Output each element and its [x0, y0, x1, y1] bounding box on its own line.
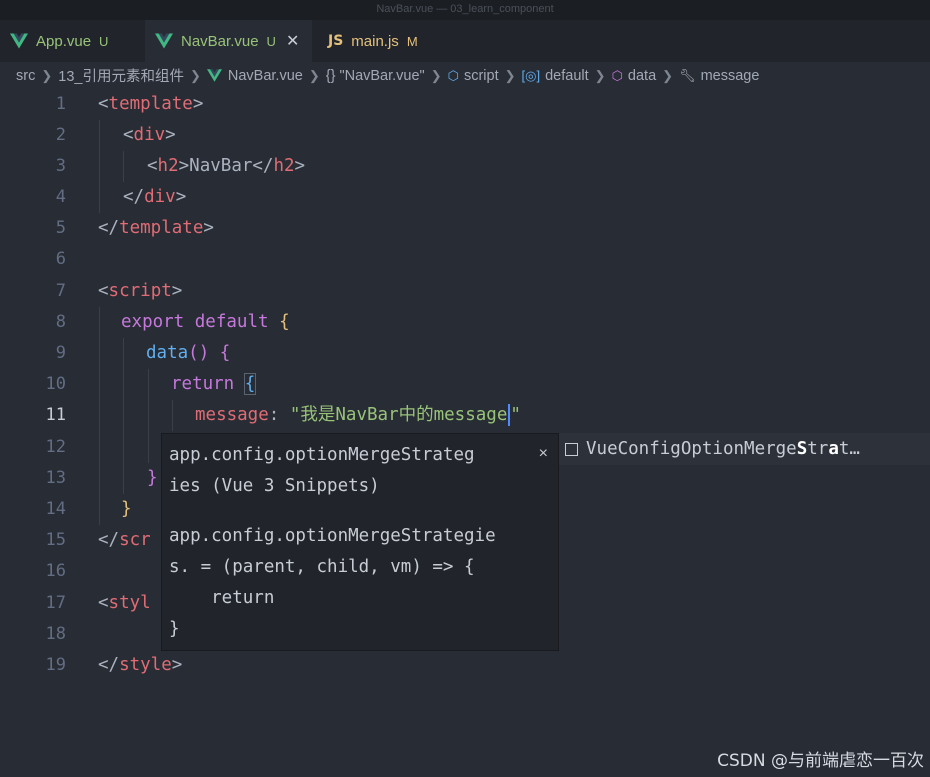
- breadcrumb-item-data[interactable]: data: [628, 68, 656, 84]
- tab-navbar-vue[interactable]: NavBar.vue U ✕: [145, 20, 312, 62]
- line-number: 9: [55, 343, 66, 363]
- vue-icon: [10, 33, 28, 49]
- breadcrumb-item-folder[interactable]: 13_引用元素和组件: [58, 65, 184, 86]
- chevron-right-icon: ❯: [430, 67, 442, 83]
- line-number: 10: [45, 374, 66, 394]
- wrench-icon: 🔧︎: [679, 67, 696, 83]
- indent-guide: [172, 400, 173, 431]
- close-icon[interactable]: ✕: [286, 31, 299, 51]
- line-number: 2: [55, 125, 66, 145]
- line-number: 16: [45, 561, 66, 581]
- vue-icon: [206, 69, 222, 82]
- cube-icon: ⬡: [611, 67, 623, 83]
- chevron-right-icon: ❯: [308, 67, 320, 83]
- line-number: 14: [45, 499, 66, 519]
- vue-icon: [155, 33, 173, 49]
- suggestion-list-item[interactable]: VueConfigOptionMerge Str a t…: [559, 433, 930, 465]
- code-line-19: </style>: [98, 655, 183, 675]
- code-line-11: message: "我是NavBar中的message ": [195, 404, 521, 426]
- breadcrumb-item-src[interactable]: src: [16, 68, 35, 84]
- line-number: 19: [45, 655, 66, 675]
- chevron-right-icon: ❯: [662, 67, 674, 83]
- code-line-13: }: [147, 468, 158, 488]
- code-line-9: data() {: [146, 343, 231, 363]
- indent-guide: [148, 369, 149, 463]
- suggestion-doc-header: app.config.optionMergeStrateg ies (Vue 3…: [169, 445, 475, 496]
- line-number-current: 11: [45, 405, 66, 425]
- line-number: 6: [55, 249, 66, 269]
- chevron-right-icon: ❯: [504, 67, 516, 83]
- line-number: 1: [55, 94, 66, 114]
- line-number-gutter: 1 2 3 4 5 6 7 8 9 10 11 12 13 14 15 16 1…: [0, 89, 80, 777]
- code-line-17: <styl: [98, 593, 151, 613]
- tab-label: NavBar.vue: [181, 32, 259, 50]
- cube-icon: ⬡: [447, 67, 459, 83]
- window-title: NavBar.vue — 03_learn_component: [0, 0, 930, 20]
- line-number: 8: [55, 312, 66, 332]
- line-number: 17: [45, 593, 66, 613]
- close-icon[interactable]: ×: [539, 438, 548, 469]
- breadcrumb-item-file[interactable]: NavBar.vue: [228, 68, 303, 84]
- modified-badge: M: [406, 33, 418, 49]
- indent-guide: [123, 151, 124, 182]
- chevron-right-icon: ❯: [594, 67, 606, 83]
- code-line-5: </template>: [98, 218, 214, 238]
- line-number: 12: [45, 437, 66, 457]
- code-line-8: export default {: [121, 312, 290, 332]
- line-number: 3: [55, 156, 66, 176]
- suggestion-doc-body: app.config.optionMergeStrategie s. = (pa…: [169, 526, 496, 639]
- code-line-15: </scr: [98, 530, 151, 550]
- watermark: CSDN @与前端虐恋一百次: [717, 751, 924, 771]
- indent-guide: [99, 120, 100, 213]
- breadcrumb-item-default[interactable]: default: [545, 68, 589, 84]
- code-line-10: return {: [171, 373, 257, 395]
- line-number: 4: [55, 187, 66, 207]
- javascript-icon: JS: [328, 33, 344, 49]
- untracked-badge: U: [266, 33, 276, 49]
- breadcrumb-item-script[interactable]: script: [464, 68, 499, 84]
- line-number: 18: [45, 624, 66, 644]
- tab-label: main.js: [351, 32, 399, 50]
- code-line-1: <template>: [98, 94, 204, 114]
- line-number: 15: [45, 530, 66, 550]
- line-number: 13: [45, 468, 66, 488]
- breadcrumb-item-module[interactable]: {} "NavBar.vue": [326, 68, 425, 84]
- tab-bar: App.vue U NavBar.vue U ✕ JS main.js M: [0, 20, 930, 62]
- brackets-icon: [◎]: [521, 67, 541, 83]
- chevron-right-icon: ❯: [41, 67, 53, 83]
- indent-guide: [123, 338, 124, 494]
- code-line-2: <div>: [123, 125, 176, 145]
- line-number: 5: [55, 218, 66, 238]
- code-line-4: </div>: [123, 187, 187, 207]
- indent-guide: [99, 307, 100, 525]
- tab-app-vue[interactable]: App.vue U: [0, 20, 145, 62]
- snippet-icon: [565, 442, 578, 456]
- breadcrumb: src ❯ 13_引用元素和组件 ❯ NavBar.vue ❯ {} "NavB…: [0, 62, 930, 89]
- code-line-3: <h2>NavBar</h2>: [147, 156, 306, 176]
- code-line-7: <script>: [98, 281, 183, 301]
- chevron-right-icon: ❯: [189, 67, 201, 83]
- line-number: 7: [55, 281, 66, 301]
- tab-label: App.vue: [36, 32, 92, 50]
- suggestion-details-panel: app.config.optionMergeStrateg ies (Vue 3…: [161, 433, 559, 651]
- breadcrumb-item-message[interactable]: message: [701, 68, 760, 84]
- untracked-badge: U: [99, 33, 109, 49]
- code-line-14: }: [121, 499, 132, 519]
- tab-main-js[interactable]: JS main.js M: [318, 20, 458, 62]
